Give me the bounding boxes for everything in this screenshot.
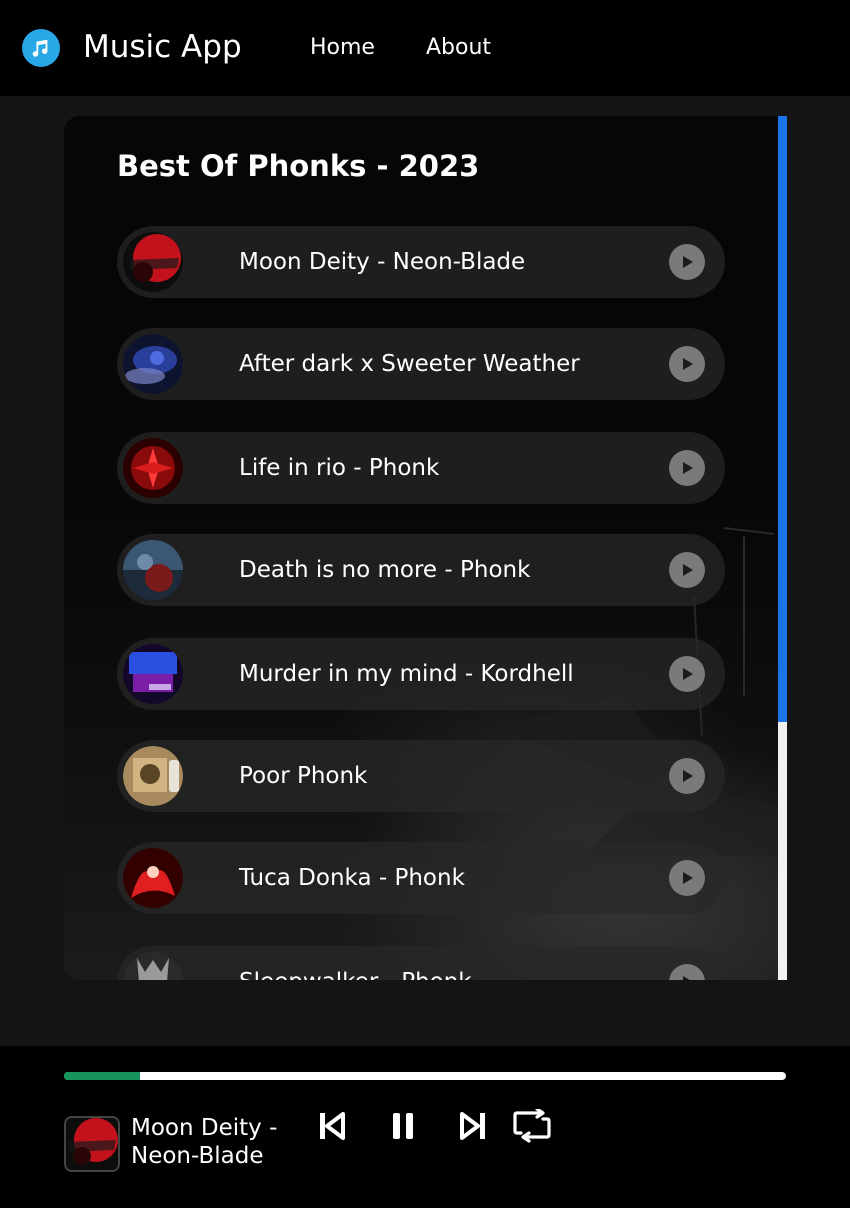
song-item[interactable]: Tuca Donka - Phonk [117, 842, 725, 914]
playlist-title: Best Of Phonks - 2023 [117, 149, 480, 183]
song-item[interactable]: Sleepwalker - Phonk [117, 946, 725, 980]
song-item[interactable]: Life in rio - Phonk [117, 432, 725, 504]
song-item[interactable]: Death is no more - Phonk [117, 534, 725, 606]
play-circle-icon[interactable] [669, 964, 705, 980]
repeat-icon[interactable] [512, 1106, 552, 1146]
progress-fill [64, 1072, 140, 1080]
song-item[interactable]: After dark x Sweeter Weather [117, 328, 725, 400]
song-title: Death is no more - Phonk [239, 557, 531, 583]
song-title: Murder in my mind - Kordhell [239, 661, 574, 687]
nav-about-link[interactable]: About [426, 33, 491, 63]
app-title[interactable]: Music App [83, 27, 242, 67]
song-title: Moon Deity - Neon-Blade [239, 249, 526, 275]
progress-bar[interactable] [64, 1072, 786, 1080]
album-art-icon [123, 232, 183, 292]
album-art-icon [123, 644, 183, 704]
playlist-scrollbar-thumb[interactable] [778, 116, 787, 722]
album-art-icon [123, 438, 183, 498]
play-circle-icon[interactable] [669, 346, 705, 382]
song-item[interactable]: Moon Deity - Neon-Blade [117, 226, 725, 298]
song-title: After dark x Sweeter Weather [239, 351, 580, 377]
skip-next-icon[interactable] [453, 1106, 493, 1146]
navbar: Music App Home About [0, 0, 850, 96]
song-title: Life in rio - Phonk [239, 455, 440, 481]
now-playing-title: Moon Deity - Neon-Blade [131, 1115, 278, 1169]
play-circle-icon[interactable] [669, 244, 705, 280]
music-player: Moon Deity - Neon-Blade [0, 1046, 850, 1208]
album-art-icon [123, 746, 183, 806]
album-art-icon [64, 1116, 120, 1172]
song-item[interactable]: Poor Phonk [117, 740, 725, 812]
song-item[interactable]: Murder in my mind - Kordhell [117, 638, 725, 710]
play-circle-icon[interactable] [669, 758, 705, 794]
play-circle-icon[interactable] [669, 860, 705, 896]
album-art-icon [123, 540, 183, 600]
pause-icon[interactable] [383, 1106, 423, 1146]
music-note-icon[interactable] [22, 29, 60, 67]
song-title: Poor Phonk [239, 763, 368, 789]
play-circle-icon[interactable] [669, 552, 705, 588]
album-art-icon [123, 334, 183, 394]
album-art-icon [123, 952, 183, 980]
song-title: Tuca Donka - Phonk [239, 865, 465, 891]
song-title: Sleepwalker - Phonk [239, 966, 472, 980]
album-art-icon [123, 848, 183, 908]
nav-home-link[interactable]: Home [310, 33, 375, 63]
play-circle-icon[interactable] [669, 656, 705, 692]
skip-previous-icon[interactable] [312, 1106, 352, 1146]
playlist-panel: Best Of Phonks - 2023 Moon Deity - Neon-… [64, 116, 787, 980]
play-circle-icon[interactable] [669, 450, 705, 486]
